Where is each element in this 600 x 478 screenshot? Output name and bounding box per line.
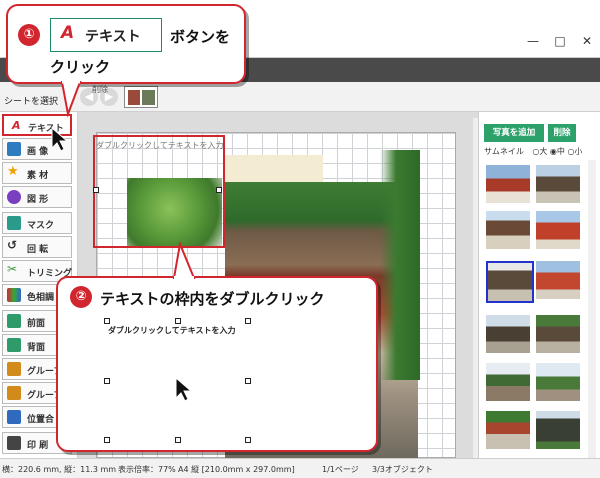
thumbnail[interactable] bbox=[536, 211, 580, 249]
print-icon bbox=[7, 436, 21, 450]
size-large-radio[interactable]: ○大 bbox=[532, 147, 547, 156]
resize-handle bbox=[104, 437, 110, 443]
size-medium-radio[interactable]: ◉中 bbox=[550, 147, 565, 156]
callout-1-pointer bbox=[60, 80, 82, 118]
thumbnail[interactable] bbox=[536, 315, 580, 353]
shape-tool-button[interactable]: 図 形 bbox=[2, 186, 72, 208]
mouse-pointer-icon bbox=[51, 126, 69, 152]
ungroup-icon bbox=[7, 386, 21, 400]
page-count: 1/1ページ bbox=[322, 465, 359, 474]
material-tool-button[interactable]: ★ 素 材 bbox=[2, 162, 72, 184]
thumbnail[interactable] bbox=[536, 411, 580, 449]
thumbnail[interactable] bbox=[486, 363, 530, 401]
rotate-tool-button[interactable]: ↺ 回 転 bbox=[2, 236, 72, 258]
thumbnail-selected[interactable] bbox=[486, 261, 534, 303]
thumbnail[interactable] bbox=[486, 211, 530, 249]
resize-handle bbox=[245, 378, 251, 384]
minimize-button[interactable]: — bbox=[520, 32, 546, 50]
mask-icon bbox=[7, 216, 21, 230]
callout-1-text: ボタンを bbox=[170, 28, 231, 46]
callout-2-pointer bbox=[172, 240, 196, 280]
trim-icon: ✂ bbox=[7, 262, 18, 276]
thumbnail[interactable] bbox=[536, 165, 580, 203]
cursor-position: 横：220.6 mm, 縦：11.3 mm bbox=[2, 465, 117, 474]
maximize-button[interactable]: □ bbox=[547, 32, 573, 50]
add-photo-button[interactable]: 写真を追加 bbox=[484, 124, 544, 142]
paper-size: A4 縦 [210.0mm x 297.0mm] bbox=[178, 465, 295, 474]
photo-trees bbox=[380, 150, 420, 380]
zoom-level: 表示倍率：77% bbox=[118, 465, 176, 474]
chip-label: テキスト bbox=[85, 29, 141, 45]
delete-photo-button[interactable]: 削除 bbox=[548, 124, 576, 142]
tool-label: 画 像 bbox=[27, 147, 49, 157]
resize-handle[interactable] bbox=[93, 187, 99, 193]
resize-handle bbox=[175, 437, 181, 443]
sheet-thumbnail[interactable] bbox=[124, 86, 158, 108]
callout-2-text: テキストの枠内をダブルクリック bbox=[100, 290, 325, 308]
mask-tool-button[interactable]: マスク bbox=[2, 212, 72, 234]
thumbnail[interactable] bbox=[486, 315, 530, 353]
tool-label: 印 刷 bbox=[27, 441, 49, 451]
object-count: 3/3オブジェクト bbox=[372, 465, 433, 474]
thumbnail-label: サムネイル bbox=[484, 147, 524, 156]
tool-label: 背面 bbox=[27, 343, 46, 353]
resize-handle bbox=[245, 437, 251, 443]
status-bar: 横：220.6 mm, 縦：11.3 mm 表示倍率：77% A4 縦 [210… bbox=[0, 458, 600, 478]
resize-handle bbox=[245, 318, 251, 324]
text-icon: A bbox=[61, 23, 75, 43]
tool-label: 前面 bbox=[27, 319, 46, 329]
resize-handle bbox=[104, 318, 110, 324]
thumbnail-grid bbox=[486, 165, 582, 458]
resize-handle bbox=[175, 318, 181, 324]
step-1-badge: ① bbox=[18, 24, 40, 46]
front-icon bbox=[7, 314, 21, 328]
text-button-illustration: A テキスト bbox=[50, 18, 162, 52]
tool-label: マスク bbox=[27, 221, 55, 231]
align-icon bbox=[7, 410, 21, 424]
thumbnail[interactable] bbox=[536, 363, 580, 401]
thumbnail-size-row: サムネイル ○大 ◉中 ○小 bbox=[484, 146, 582, 157]
mouse-pointer-icon bbox=[175, 376, 193, 402]
tool-label: 素 材 bbox=[27, 171, 49, 181]
shape-icon bbox=[7, 190, 21, 204]
star-icon: ★ bbox=[7, 164, 19, 179]
beige-shape[interactable] bbox=[225, 155, 323, 183]
color-icon bbox=[7, 288, 21, 302]
image-icon bbox=[7, 142, 21, 156]
step-2-badge: ② bbox=[70, 286, 92, 308]
tool-label: 色相調 bbox=[27, 293, 55, 303]
thumbnail[interactable] bbox=[486, 165, 530, 203]
resize-handle bbox=[104, 378, 110, 384]
close-button[interactable]: ✕ bbox=[574, 32, 600, 50]
tool-label: 図 形 bbox=[27, 195, 49, 205]
delete-sheet-button[interactable]: 削除 bbox=[92, 84, 108, 95]
thumbnail-scrollbar[interactable] bbox=[588, 160, 596, 458]
group-icon bbox=[7, 362, 21, 376]
callout-1-text-line2: クリック bbox=[50, 58, 111, 76]
back-icon bbox=[7, 338, 21, 352]
rotate-icon: ↺ bbox=[7, 238, 18, 252]
thumbnail[interactable] bbox=[486, 411, 530, 449]
thumbnail[interactable] bbox=[536, 261, 580, 299]
size-small-radio[interactable]: ○小 bbox=[567, 147, 582, 156]
text-box-illustration: ダブルクリックしてテキストを入力 bbox=[108, 326, 236, 335]
tool-label: 回 転 bbox=[27, 245, 49, 255]
highlight-frame bbox=[93, 135, 225, 248]
tool-label: 位置合 bbox=[27, 415, 55, 425]
text-icon: A bbox=[12, 119, 21, 132]
resize-handle[interactable] bbox=[216, 187, 222, 193]
